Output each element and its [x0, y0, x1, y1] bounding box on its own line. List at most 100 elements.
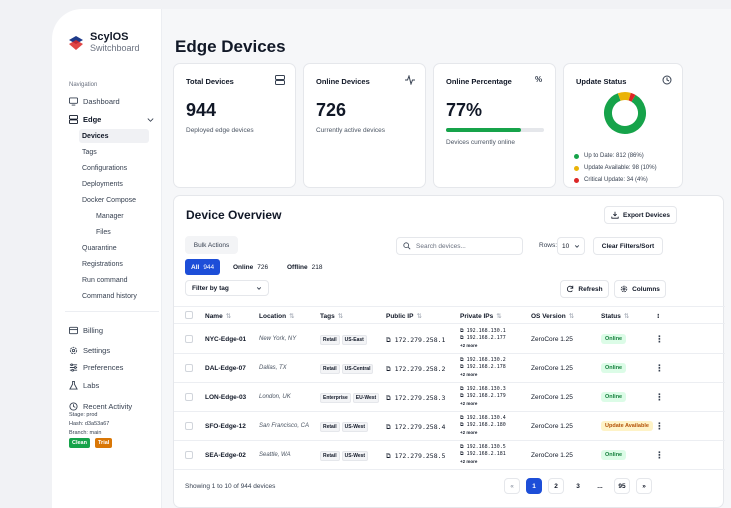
refresh-icon: [567, 285, 574, 293]
sidebar-sub-docker-compose[interactable]: Docker Compose: [79, 193, 149, 207]
bulk-actions-button[interactable]: Bulk Actions: [185, 236, 238, 254]
copy-icon[interactable]: ⧉: [460, 364, 467, 370]
private-ips-more[interactable]: +2 more: [460, 400, 506, 407]
table-header: Name ⇅ Location ⇅ Tags ⇅ Public IP ⇅ Private…: [174, 306, 725, 324]
private-ip-2: 192.168.2.177: [466, 335, 506, 341]
sidebar-sub-command-history[interactable]: Command history: [79, 289, 149, 303]
refresh-button[interactable]: Refresh: [560, 280, 609, 298]
sidebar-item-billing[interactable]: Billing: [65, 323, 159, 337]
sidebar-sub-quarantine[interactable]: Quarantine: [79, 241, 149, 255]
sort-icon: ⇅: [416, 313, 422, 320]
tab-count: 218: [311, 263, 323, 271]
rows-select[interactable]: 10: [557, 237, 585, 255]
device-name[interactable]: SFO-Edge-12: [205, 423, 246, 430]
brand[interactable]: ScylOS Switchboard: [69, 32, 140, 53]
page-next-button[interactable]: »: [636, 478, 652, 494]
row-menu-icon[interactable]: ⋮: [655, 392, 664, 403]
sort-icon: ⇅: [337, 313, 344, 320]
device-location: San Francisco, CA: [259, 423, 310, 429]
row-checkbox[interactable]: [185, 364, 193, 372]
sidebar-sub-files[interactable]: Files: [93, 225, 163, 239]
download-icon: [611, 211, 619, 219]
row-checkbox[interactable]: [185, 335, 193, 343]
sidebar-divider: [65, 311, 159, 312]
filter-by-tag-select[interactable]: Filter by tag: [185, 280, 269, 296]
device-location: Seattle, WA: [259, 452, 291, 458]
device-name[interactable]: NYC-Edge-01: [205, 336, 246, 343]
copy-icon[interactable]: ⧉: [460, 415, 467, 421]
page-prev-button[interactable]: «: [504, 478, 520, 494]
col-status[interactable]: Status ⇅: [601, 312, 629, 320]
sidebar-item-settings[interactable]: Settings: [65, 343, 159, 357]
filter-tab-online[interactable]: Online 726: [227, 259, 274, 275]
row-menu-icon[interactable]: ⋮: [655, 363, 664, 374]
sidebar-sub-manager[interactable]: Manager: [93, 209, 163, 223]
gear-icon: [620, 285, 628, 293]
page-1-button[interactable]: 1: [526, 478, 542, 494]
table-row[interactable]: SEA-Edge-02 Seattle, WA Retail US-West ⧉ 172…: [174, 441, 725, 470]
col-name[interactable]: Name ⇅: [205, 312, 231, 320]
device-name[interactable]: LON-Edge-03: [205, 394, 246, 401]
copy-icon[interactable]: ⧉: [460, 422, 467, 428]
col-tags[interactable]: Tags ⇅: [320, 312, 343, 320]
private-ips-more[interactable]: +2 more: [460, 371, 506, 378]
copy-icon[interactable]: ⧉: [386, 336, 395, 344]
copy-icon[interactable]: ⧉: [386, 423, 395, 431]
select-all-checkbox[interactable]: [185, 311, 193, 319]
copy-icon[interactable]: ⧉: [460, 335, 467, 341]
export-devices-button[interactable]: Export Devices: [604, 206, 677, 224]
private-ips-more[interactable]: +2 more: [460, 342, 506, 349]
page-2-button[interactable]: 2: [548, 478, 564, 494]
tag-chip: Retail: [320, 422, 340, 432]
sidebar-item-recent-activity[interactable]: Recent Activity: [65, 399, 159, 413]
copy-icon[interactable]: ⧉: [460, 444, 467, 450]
copy-icon[interactable]: ⧉: [386, 365, 395, 373]
row-checkbox[interactable]: [185, 393, 193, 401]
sidebar-sub-deployments[interactable]: Deployments: [79, 177, 149, 191]
private-ips-more[interactable]: +2 more: [460, 429, 506, 436]
private-ips-more[interactable]: +2 more: [460, 458, 506, 465]
row-checkbox[interactable]: [185, 451, 193, 459]
page-95-button[interactable]: 95: [614, 478, 630, 494]
col-location[interactable]: Location ⇅: [259, 312, 295, 320]
copy-icon[interactable]: ⧉: [460, 328, 467, 334]
sidebar-sub-devices[interactable]: Devices: [79, 129, 149, 143]
sidebar-item-edge[interactable]: Edge: [65, 112, 159, 126]
filter-tab-offline[interactable]: Offline 218: [281, 259, 328, 275]
tag-chip: Retail: [320, 364, 340, 374]
copy-icon[interactable]: ⧉: [460, 357, 467, 363]
sidebar-sub-registrations[interactable]: Registrations: [79, 257, 149, 271]
copy-icon[interactable]: ⧉: [386, 452, 395, 460]
sidebar-sub-configurations[interactable]: Configurations: [79, 161, 149, 175]
clear-filters-button[interactable]: Clear Filters/Sort: [593, 237, 663, 255]
search-input[interactable]: Search devices...: [396, 237, 523, 255]
os-version: ZeroCore 1.25: [531, 423, 573, 430]
sidebar-item-labs[interactable]: Labs: [65, 378, 159, 392]
columns-button[interactable]: Columns: [614, 280, 666, 298]
device-name[interactable]: DAL-Edge-07: [205, 365, 246, 372]
tab-label: All: [191, 263, 200, 271]
copy-icon[interactable]: ⧉: [386, 394, 395, 402]
table-row[interactable]: DAL-Edge-07 Dallas, TX Retail US-Central ⧉ 1…: [174, 354, 725, 383]
sidebar-item-preferences[interactable]: Preferences: [65, 360, 159, 374]
row-menu-icon[interactable]: ⋮: [655, 334, 664, 345]
col-public-ip[interactable]: Public IP ⇅: [386, 312, 422, 320]
filter-tab-all[interactable]: All 944: [185, 259, 221, 275]
sidebar-sub-tags[interactable]: Tags: [79, 145, 149, 159]
sidebar-sub-run-command[interactable]: Run command: [79, 273, 149, 287]
table-row[interactable]: LON-Edge-03 London, UK Enterprise EU-West ⧉ …: [174, 383, 725, 412]
col-private-ips[interactable]: Private IPs ⇅: [460, 312, 502, 320]
col-os-version[interactable]: OS Version ⇅: [531, 312, 574, 320]
sliders-icon: [69, 362, 78, 372]
copy-icon[interactable]: ⧉: [460, 393, 467, 399]
row-menu-icon[interactable]: ⋮: [655, 421, 664, 432]
device-name[interactable]: SEA-Edge-02: [205, 452, 246, 459]
page-3-button[interactable]: 3: [570, 478, 586, 494]
table-row[interactable]: NYC-Edge-01 New York, NY Retail US-East ⧉ 17…: [174, 325, 725, 354]
sidebar-item-dashboard[interactable]: Dashboard: [65, 94, 159, 108]
row-menu-icon[interactable]: ⋮: [655, 450, 664, 461]
table-row[interactable]: SFO-Edge-12 San Francisco, CA Retail US-Wes…: [174, 412, 725, 441]
copy-icon[interactable]: ⧉: [460, 451, 467, 457]
row-checkbox[interactable]: [185, 422, 193, 430]
copy-icon[interactable]: ⧉: [460, 386, 467, 392]
